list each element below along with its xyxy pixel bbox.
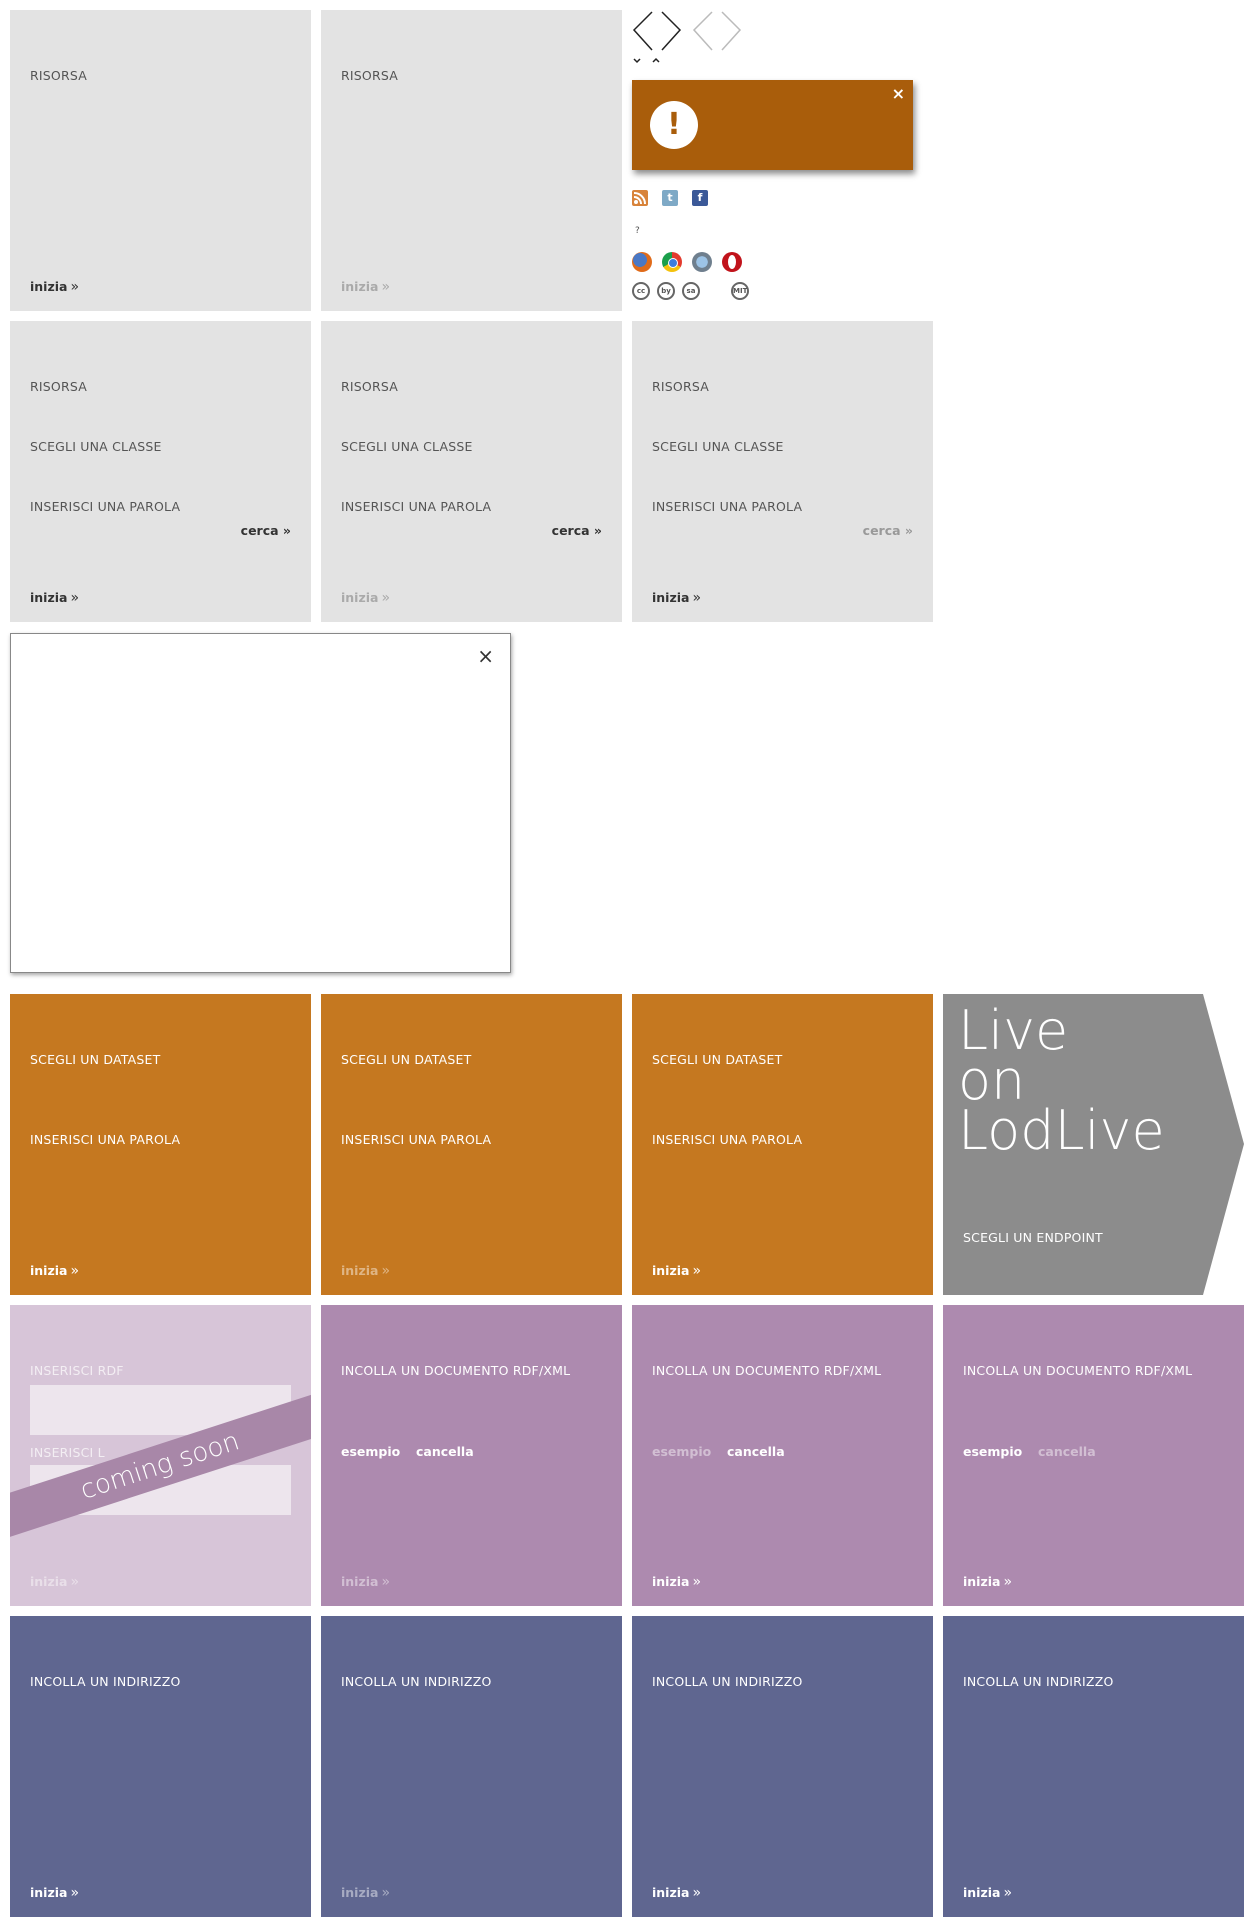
indirizzo-box-1: INCOLLA UN INDIRIZZO inizia» — [10, 1616, 311, 1917]
inizia-button-disabled[interactable]: inizia» — [341, 1574, 390, 1590]
opera-icon — [722, 252, 742, 272]
incolla-indirizzo-label[interactable]: INCOLLA UN INDIRIZZO — [30, 1674, 181, 1689]
rdf-box-coming-soon: INSERISCI RDF INSERISCI L coming soon in… — [10, 1305, 311, 1606]
inizia-button[interactable]: inizia» — [652, 590, 701, 606]
next-arrow-disabled-icon — [721, 11, 742, 51]
rss-icon[interactable] — [632, 190, 648, 206]
scegli-dataset-label[interactable]: SCEGLI UN DATASET — [341, 1052, 471, 1067]
inserisci-rdf-label: INSERISCI RDF — [30, 1363, 124, 1378]
inserisci-parola-label[interactable]: INSERISCI UNA PAROLA — [341, 1132, 491, 1147]
classe-box-2: RISORSA SCEGLI UNA CLASSE INSERISCI UNA … — [321, 321, 622, 622]
scegli-endpoint-label[interactable]: SCEGLI UN ENDPOINT — [963, 1230, 1103, 1245]
inserisci-rdf-label-2: INSERISCI L — [30, 1445, 105, 1460]
prev-arrow-icon — [632, 11, 653, 51]
scegli-classe-label[interactable]: SCEGLI UNA CLASSE — [30, 439, 162, 454]
inizia-button[interactable]: inizia» — [963, 1574, 1012, 1590]
facebook-icon[interactable]: f — [692, 190, 708, 206]
notification-popup: ! × — [632, 80, 913, 170]
inserisci-parola-label[interactable]: INSERISCI UNA PAROLA — [652, 1132, 802, 1147]
classe-box-3: RISORSA SCEGLI UNA CLASSE INSERISCI UNA … — [632, 321, 933, 622]
incolla-indirizzo-label[interactable]: INCOLLA UN INDIRIZZO — [652, 1674, 803, 1689]
chevron-up-icon — [652, 57, 660, 63]
chevron-down-icon — [633, 58, 641, 64]
risorsa-label: RISORSA — [652, 379, 709, 394]
rdf-box-2: INCOLLA UN DOCUMENTO RDF/XML esempio can… — [632, 1305, 933, 1606]
indirizzo-box-4: INCOLLA UN INDIRIZZO inizia» — [943, 1616, 1244, 1917]
cancella-link[interactable]: cancella — [416, 1444, 474, 1459]
risorsa-label: RISORSA — [341, 379, 398, 394]
risorsa-label: RISORSA — [341, 68, 398, 83]
incolla-rdf-label[interactable]: INCOLLA UN DOCUMENTO RDF/XML — [963, 1363, 1192, 1378]
help-icon[interactable]: ? — [635, 226, 640, 236]
inserisci-parola-label[interactable]: INSERISCI UNA PAROLA — [652, 499, 802, 514]
mit-license-icon: MIT — [731, 282, 749, 300]
incolla-indirizzo-label[interactable]: INCOLLA UN INDIRIZZO — [341, 1674, 492, 1689]
cerca-button-disabled[interactable]: cerca » — [863, 523, 913, 538]
scegli-dataset-label[interactable]: SCEGLI UN DATASET — [652, 1052, 782, 1067]
lodlive-title-line3: LodLive — [958, 1099, 1165, 1162]
incolla-indirizzo-label[interactable]: INCOLLA UN INDIRIZZO — [963, 1674, 1114, 1689]
inizia-button[interactable]: inizia» — [652, 1885, 701, 1901]
cancella-link-disabled[interactable]: cancella — [1038, 1444, 1096, 1459]
scegli-classe-label[interactable]: SCEGLI UNA CLASSE — [652, 439, 784, 454]
indirizzo-box-3: INCOLLA UN INDIRIZZO inizia» — [632, 1616, 933, 1917]
nav-arrows[interactable] — [632, 10, 747, 68]
prev-arrow-disabled-icon — [692, 11, 713, 51]
risorsa-label: RISORSA — [30, 379, 87, 394]
dialog-close-icon[interactable]: × — [477, 644, 494, 668]
rdf-box-1: INCOLLA UN DOCUMENTO RDF/XML esempio can… — [321, 1305, 622, 1606]
esempio-link[interactable]: esempio — [963, 1444, 1022, 1459]
notification-close-icon[interactable]: × — [892, 84, 905, 103]
twitter-icon[interactable]: t — [662, 190, 678, 206]
safari-icon — [692, 252, 712, 272]
dataset-box-3: SCEGLI UN DATASET INSERISCI UNA PAROLA i… — [632, 994, 933, 1295]
inizia-button[interactable]: inizia» — [30, 1263, 79, 1279]
esempio-link-disabled[interactable]: esempio — [652, 1444, 711, 1459]
risorsa-box-2: RISORSA inizia» — [321, 10, 622, 311]
inizia-button[interactable]: inizia» — [652, 1574, 701, 1590]
incolla-rdf-label[interactable]: INCOLLA UN DOCUMENTO RDF/XML — [341, 1363, 570, 1378]
lodlive-endpoint-box[interactable]: Live on LodLive SCEGLI UN ENDPOINT — [943, 994, 1244, 1295]
cc-license-icon: cc — [632, 282, 650, 300]
inserisci-parola-label[interactable]: INSERISCI UNA PAROLA — [341, 499, 491, 514]
scegli-classe-label[interactable]: SCEGLI UNA CLASSE — [341, 439, 473, 454]
classe-box-1: RISORSA SCEGLI UNA CLASSE INSERISCI UNA … — [10, 321, 311, 622]
lodlive-title: Live on LodLive — [958, 1004, 1165, 1162]
cerca-button[interactable]: cerca » — [552, 523, 602, 538]
cancella-link[interactable]: cancella — [727, 1444, 785, 1459]
rdf-box-3: INCOLLA UN DOCUMENTO RDF/XML esempio can… — [943, 1305, 1244, 1606]
cc-sa-license-icon: sa — [682, 282, 700, 300]
inizia-button-disabled[interactable]: inizia» — [341, 279, 390, 295]
inizia-button-disabled[interactable]: inizia» — [341, 590, 390, 606]
dataset-box-1: SCEGLI UN DATASET INSERISCI UNA PAROLA i… — [10, 994, 311, 1295]
cerca-button[interactable]: cerca » — [241, 523, 291, 538]
cc-by-license-icon: by — [657, 282, 675, 300]
inizia-button[interactable]: inizia» — [963, 1885, 1012, 1901]
inizia-button-disabled[interactable]: inizia» — [341, 1885, 390, 1901]
risorsa-label: RISORSA — [30, 68, 87, 83]
inizia-button[interactable]: inizia» — [30, 1885, 79, 1901]
dialog-box: × — [10, 633, 511, 973]
chrome-icon — [662, 252, 682, 272]
risorsa-box-1: RISORSA inizia» — [10, 10, 311, 311]
inserisci-parola-label[interactable]: INSERISCI UNA PAROLA — [30, 499, 180, 514]
inizia-button-disabled[interactable]: inizia» — [341, 1263, 390, 1279]
inizia-button-disabled: inizia» — [30, 1574, 80, 1590]
dataset-box-2: SCEGLI UN DATASET INSERISCI UNA PAROLA i… — [321, 994, 622, 1295]
inizia-button[interactable]: inizia» — [30, 590, 79, 606]
scegli-dataset-label[interactable]: SCEGLI UN DATASET — [30, 1052, 160, 1067]
incolla-rdf-label[interactable]: INCOLLA UN DOCUMENTO RDF/XML — [652, 1363, 881, 1378]
firefox-icon — [632, 252, 652, 272]
inizia-button[interactable]: inizia» — [30, 279, 79, 295]
next-arrow-icon — [661, 11, 682, 51]
warning-icon: ! — [650, 101, 698, 149]
esempio-link[interactable]: esempio — [341, 1444, 400, 1459]
inserisci-parola-label[interactable]: INSERISCI UNA PAROLA — [30, 1132, 180, 1147]
inizia-button[interactable]: inizia» — [652, 1263, 701, 1279]
indirizzo-box-2: INCOLLA UN INDIRIZZO inizia» — [321, 1616, 622, 1917]
